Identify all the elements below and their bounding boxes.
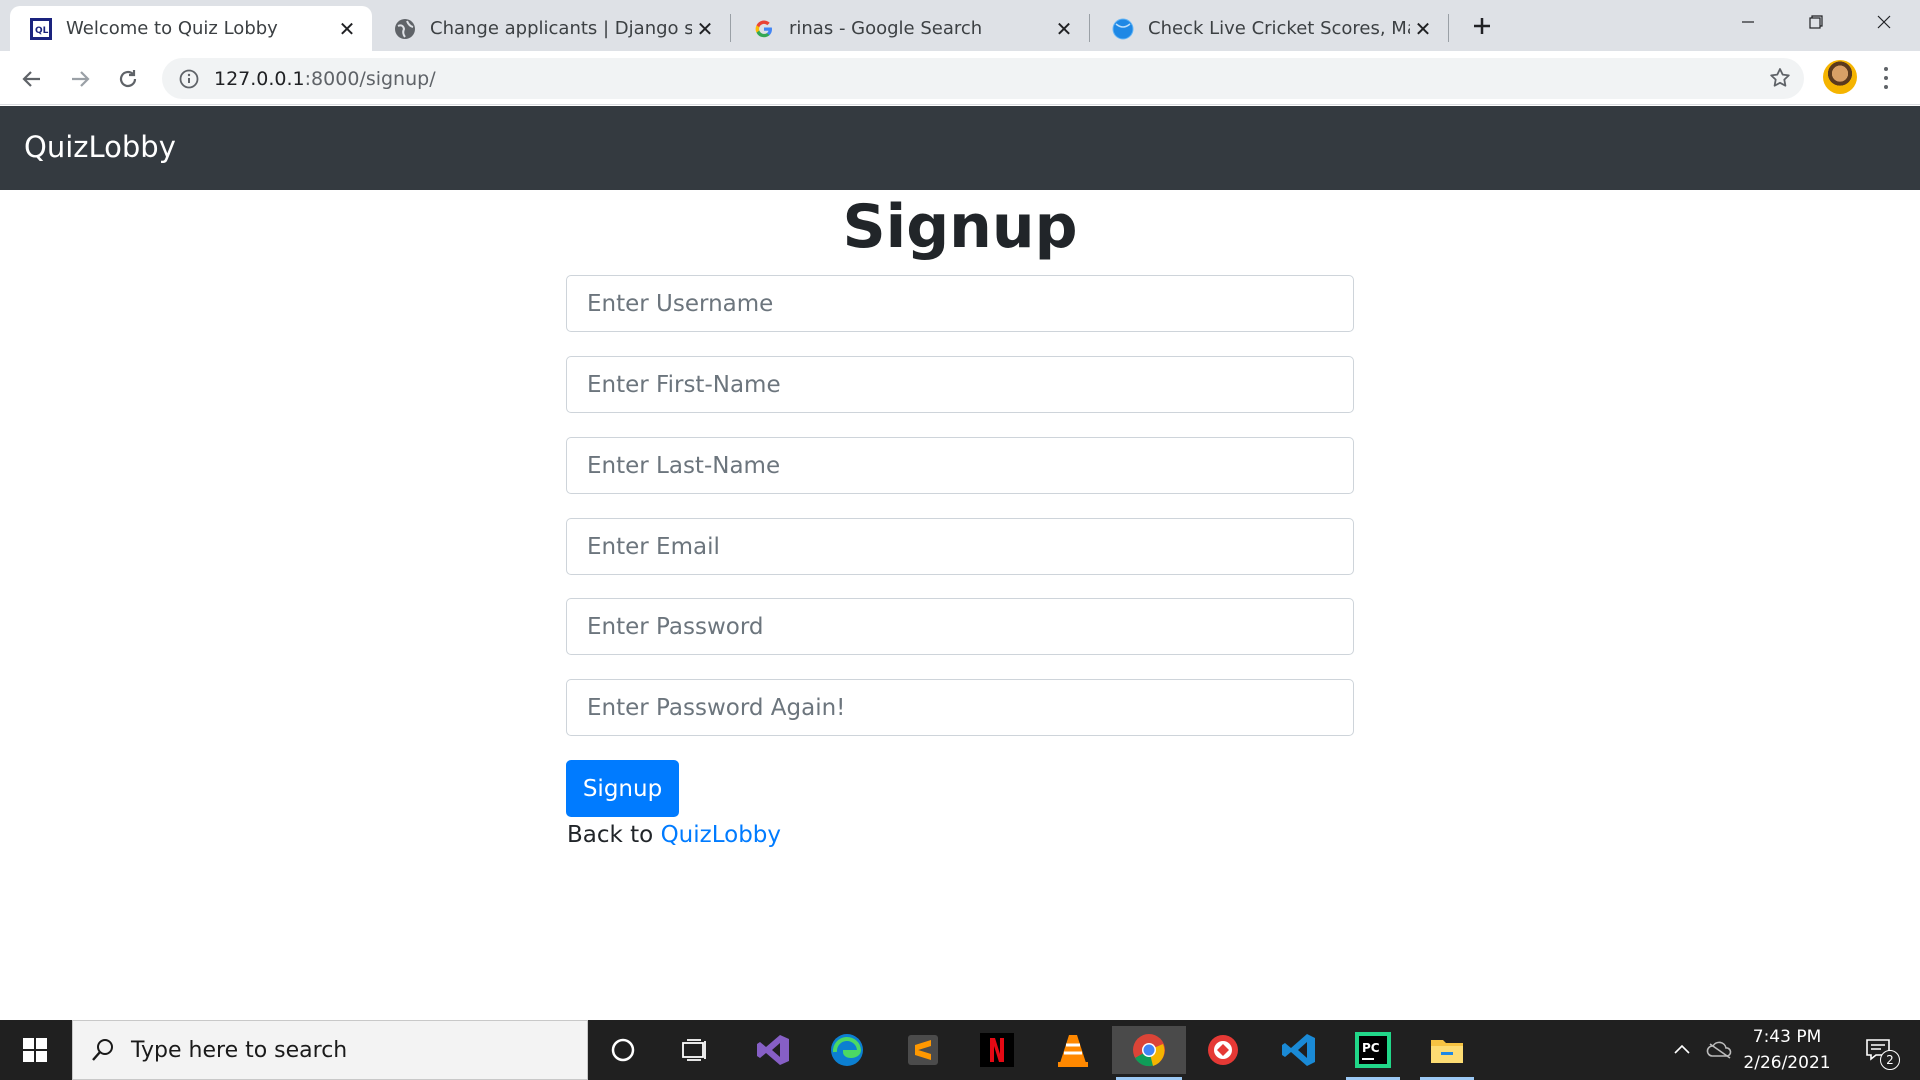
- tab-title: rinas - Google Search: [789, 18, 983, 39]
- reload-button[interactable]: [110, 61, 146, 97]
- browser-tab-quiz-lobby[interactable]: QL Welcome to Quiz Lobby ✕: [10, 6, 372, 51]
- tab-separator: [1089, 14, 1090, 42]
- close-icon[interactable]: ✕: [1410, 16, 1436, 42]
- back-link-row: Back to QuizLobby: [567, 822, 781, 848]
- taskbar: Type here to search PC 7:43 PM 2/26/2021…: [0, 1020, 1920, 1080]
- back-to-quizlobby-link[interactable]: QuizLobby: [661, 822, 781, 848]
- svg-text:QL: QL: [35, 26, 49, 36]
- file-explorer-icon[interactable]: [1416, 1026, 1478, 1080]
- url-host: 127.0.0.1: [214, 67, 305, 90]
- reload-icon: [119, 70, 137, 88]
- anydesk-like-icon[interactable]: [1192, 1026, 1254, 1074]
- google-g-icon: [753, 18, 775, 40]
- browser-tab-google[interactable]: rinas - Google Search ✕: [733, 6, 1089, 51]
- task-view-icon[interactable]: [664, 1026, 726, 1074]
- signup-button[interactable]: Signup: [566, 760, 679, 817]
- bookmark-star-icon[interactable]: [1768, 66, 1792, 90]
- visual-studio-icon[interactable]: [742, 1026, 804, 1074]
- plus-icon: [1474, 18, 1490, 34]
- notification-count-badge: 2: [1880, 1050, 1900, 1070]
- window-close-button[interactable]: [1850, 0, 1918, 44]
- profile-avatar[interactable]: [1823, 60, 1857, 94]
- system-clock[interactable]: 7:43 PM 2/26/2021: [1730, 1024, 1844, 1076]
- minimize-button[interactable]: [1714, 0, 1782, 44]
- username-input[interactable]: [566, 275, 1354, 332]
- address-bar[interactable]: 127.0.0.1:8000/signup/: [162, 58, 1804, 99]
- arrow-right-icon: [72, 71, 90, 87]
- search-placeholder: Type here to search: [131, 1037, 348, 1063]
- last-name-input[interactable]: [566, 437, 1354, 494]
- tab-title: Change applicants | Django site a: [430, 18, 692, 39]
- email-input[interactable]: [566, 518, 1354, 575]
- browser-tab-strip: QL Welcome to Quiz Lobby ✕ Change applic…: [0, 0, 1920, 51]
- close-icon[interactable]: ✕: [1051, 16, 1077, 42]
- url-text: 127.0.0.1:8000/signup/: [214, 68, 436, 90]
- taskbar-search[interactable]: Type here to search: [72, 1020, 588, 1080]
- tab-title: Welcome to Quiz Lobby: [66, 18, 278, 39]
- close-icon[interactable]: ✕: [692, 16, 718, 42]
- clock-date: 2/26/2021: [1743, 1053, 1831, 1073]
- clock-time: 7:43 PM: [1752, 1027, 1822, 1047]
- quiz-lobby-favicon: QL: [30, 17, 52, 40]
- windows-logo-icon: [23, 1038, 47, 1062]
- tab-title: Check Live Cricket Scores, Match: [1148, 18, 1410, 39]
- new-tab-button[interactable]: [1466, 10, 1498, 42]
- close-icon[interactable]: ✕: [334, 16, 360, 42]
- confirm-password-input[interactable]: [566, 679, 1354, 736]
- cricket-ball-icon: [1112, 18, 1134, 40]
- tab-separator: [1448, 14, 1449, 42]
- close-icon: [1877, 15, 1891, 29]
- sublime-text-icon[interactable]: [892, 1026, 954, 1074]
- chrome-icon[interactable]: [1112, 1026, 1186, 1080]
- password-input[interactable]: [566, 598, 1354, 655]
- vlc-icon[interactable]: [1042, 1026, 1104, 1074]
- forward-button[interactable]: [62, 61, 98, 97]
- edge-icon[interactable]: [816, 1026, 878, 1074]
- tab-separator: [730, 14, 731, 42]
- pycharm-icon[interactable]: PC: [1342, 1026, 1404, 1080]
- minimize-icon: [1742, 21, 1754, 23]
- back-button[interactable]: [14, 61, 50, 97]
- start-button[interactable]: [0, 1020, 70, 1080]
- browser-toolbar: 127.0.0.1:8000/signup/: [0, 51, 1920, 105]
- restore-icon: [1809, 15, 1823, 29]
- info-icon[interactable]: [178, 68, 200, 90]
- vscode-icon[interactable]: [1268, 1026, 1330, 1074]
- netflix-icon[interactable]: [966, 1026, 1028, 1074]
- navbar-brand[interactable]: QuizLobby: [24, 130, 176, 164]
- url-path: :8000/signup/: [304, 67, 436, 90]
- browser-tab-django[interactable]: Change applicants | Django site a ✕: [374, 6, 730, 51]
- search-icon: [92, 1039, 113, 1061]
- arrow-left-icon: [22, 71, 40, 87]
- site-navbar: QuizLobby: [0, 106, 1920, 190]
- first-name-input[interactable]: [566, 356, 1354, 413]
- chevron-up-icon[interactable]: [1664, 1020, 1700, 1080]
- svg-text:PC: PC: [1362, 1041, 1380, 1055]
- globe-icon: [394, 18, 416, 40]
- cortana-icon[interactable]: [592, 1026, 654, 1074]
- restore-button[interactable]: [1782, 0, 1850, 44]
- page-title: Signup: [842, 192, 1078, 262]
- notification-center-button[interactable]: 2: [1854, 1020, 1902, 1080]
- back-prefix-text: Back to: [567, 822, 654, 848]
- browser-menu-icon[interactable]: [1876, 65, 1896, 91]
- browser-tab-cricket[interactable]: Check Live Cricket Scores, Match ✕: [1092, 6, 1448, 51]
